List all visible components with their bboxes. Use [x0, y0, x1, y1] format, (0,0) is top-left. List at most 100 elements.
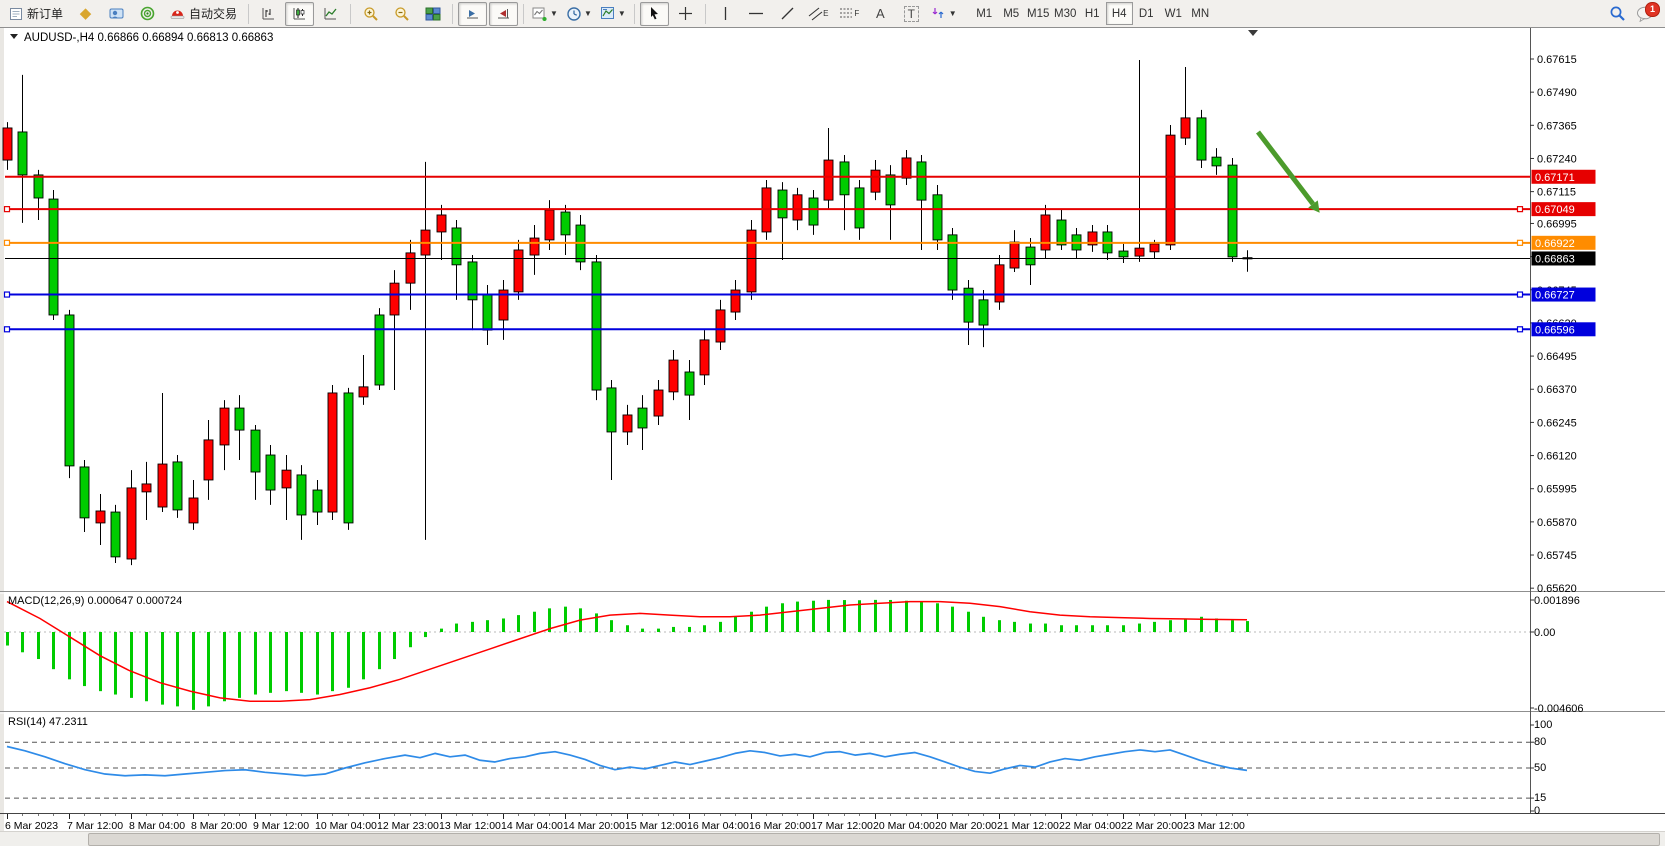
tab-timeframe-M5[interactable]: M5 [998, 2, 1025, 25]
candle-body [1150, 244, 1159, 252]
svg-text:0.001896: 0.001896 [1534, 595, 1580, 607]
candle-body [685, 372, 694, 395]
tab-timeframe-M1[interactable]: M1 [971, 2, 998, 25]
candle-body [592, 262, 601, 390]
tab-timeframe-M30[interactable]: M30 [1052, 2, 1079, 25]
new-order-button[interactable]: 新订单 [3, 2, 69, 26]
toolbar-separator [523, 4, 524, 24]
channel-tool-button[interactable]: E [804, 2, 833, 26]
svg-text:0.65620: 0.65620 [1537, 583, 1577, 595]
svg-text:0.65745: 0.65745 [1537, 550, 1577, 562]
svg-text:0.67171: 0.67171 [1535, 172, 1575, 184]
text-tool-button[interactable]: A [866, 2, 895, 26]
svg-text:0.66995: 0.66995 [1537, 218, 1577, 230]
candle-body [313, 490, 322, 512]
hline-tool-button[interactable] [742, 2, 771, 26]
candle-body [483, 295, 492, 330]
chevron-down-icon: ▼ [584, 9, 592, 18]
tab-timeframe-H4[interactable]: H4 [1106, 2, 1133, 25]
candle-body [251, 430, 260, 472]
line-handle [5, 292, 10, 297]
tab-timeframe-M15[interactable]: M15 [1025, 2, 1052, 25]
line-handle [1518, 240, 1523, 245]
indicators-button[interactable]: ▼ [529, 2, 561, 26]
candle-body [514, 250, 523, 292]
candle-body [902, 158, 911, 178]
scrollbar-thumb[interactable] [88, 833, 1660, 846]
candle-body [731, 290, 740, 312]
tab-timeframe-D1[interactable]: D1 [1133, 2, 1160, 25]
crosshair-tool-button[interactable] [671, 2, 700, 26]
candle-body [1119, 251, 1128, 257]
trendline-tool-button[interactable] [773, 2, 802, 26]
candle-body [204, 440, 213, 480]
candle-body [235, 408, 244, 430]
candle-chart-mode-button[interactable] [285, 2, 314, 26]
autotrade-button[interactable]: 自动交易 [164, 2, 243, 26]
candle-body [607, 388, 616, 432]
candle-body [359, 387, 368, 397]
candle-body [545, 210, 554, 240]
tab-timeframe-H1[interactable]: H1 [1079, 2, 1106, 25]
new-order-icon [9, 7, 23, 21]
candle-body [530, 238, 539, 255]
signals-button[interactable] [133, 2, 162, 26]
chart-canvas[interactable]: 0.676150.674900.673650.672400.671150.669… [0, 0, 1665, 846]
chevron-down-icon: ▼ [550, 9, 558, 18]
rsi-label: RSI(14) 47.2311 [8, 716, 88, 728]
tab-timeframe-W1[interactable]: W1 [1160, 2, 1187, 25]
fibonacci-tool-button[interactable]: F [835, 2, 864, 26]
chat-button[interactable]: 1 [1633, 3, 1657, 25]
zoom-out-button[interactable] [387, 2, 416, 26]
svg-text:0.66863: 0.66863 [1535, 253, 1575, 265]
svg-text:0.66727: 0.66727 [1535, 290, 1575, 302]
line-chart-mode-button[interactable] [316, 2, 345, 26]
candle-body [1057, 220, 1066, 245]
indicators-icon [532, 6, 548, 21]
vertical-line-icon [719, 6, 732, 21]
vline-tool-button[interactable] [711, 2, 740, 26]
line-handle [5, 327, 10, 332]
candle-body [1041, 215, 1050, 250]
cursor-tool-button[interactable] [640, 2, 669, 26]
candle-body [933, 195, 942, 240]
candle-body [127, 488, 136, 559]
svg-text:50: 50 [1534, 762, 1546, 774]
svg-text:0.66120: 0.66120 [1537, 451, 1577, 463]
auto-scroll-button[interactable] [458, 2, 487, 26]
candle-body [158, 464, 167, 507]
market-watch-button[interactable]: ◆ [71, 2, 100, 26]
templates-button[interactable]: ▼ [597, 2, 629, 26]
text-label-tool-button[interactable]: T [897, 2, 926, 26]
toolbar-separator [350, 4, 351, 24]
tile-windows-button[interactable] [418, 2, 447, 26]
bar-chart-mode-button[interactable] [254, 2, 283, 26]
periods-button[interactable]: ▼ [563, 2, 595, 26]
arrows-tool-button[interactable]: ▼ [928, 2, 960, 26]
candle-body [3, 128, 12, 160]
svg-text:15: 15 [1534, 792, 1546, 804]
line-chart-icon [323, 6, 338, 21]
chart-shift-icon [496, 7, 511, 20]
chart-shift-button[interactable] [489, 2, 518, 26]
candle-body [964, 288, 973, 322]
candle-body [189, 498, 198, 523]
text-tool-icon: A [876, 6, 885, 21]
candle-body [638, 408, 647, 428]
candle-body [65, 315, 74, 466]
candle-body [1197, 118, 1206, 160]
svg-text:80: 80 [1534, 736, 1546, 748]
tab-timeframe-MN[interactable]: MN [1187, 2, 1214, 25]
candle-body [80, 467, 89, 518]
toolbar-separator [248, 4, 249, 24]
candle-body [390, 283, 399, 315]
search-button[interactable] [1603, 2, 1632, 26]
strategy-tester-button[interactable] [102, 2, 131, 26]
toolbar-right-group: 1 [1602, 2, 1657, 26]
fibonacci-sub-label: F [854, 9, 859, 18]
horizontal-scrollbar[interactable] [0, 831, 1665, 846]
zoom-in-button[interactable] [356, 2, 385, 26]
candle-body [793, 195, 802, 220]
svg-text:0.67115: 0.67115 [1537, 187, 1576, 199]
candle-body [747, 230, 756, 292]
